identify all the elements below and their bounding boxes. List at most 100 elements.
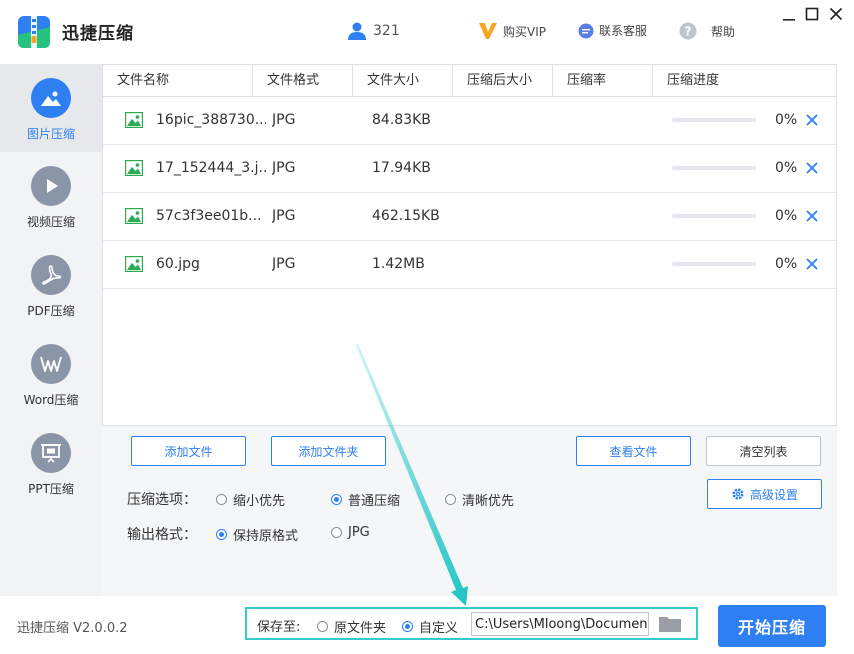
radio-custom-folder[interactable]: 自定义	[402, 617, 458, 636]
help-label: 帮助	[711, 24, 736, 39]
view-files-button[interactable]: 查看文件	[576, 436, 691, 466]
remove-file-icon[interactable]	[805, 209, 819, 223]
radio-jpg-format[interactable]: JPG	[331, 525, 370, 540]
table-row[interactable]: 60.jpg JPG 1.42MB 0%	[103, 241, 836, 289]
radio-label: 自定义	[419, 621, 459, 636]
file-name: 57c3f3ee01b...	[156, 208, 262, 224]
file-format: JPG	[272, 208, 296, 224]
minimize-button[interactable]	[780, 5, 798, 23]
help-button[interactable]: ? 帮助	[679, 22, 735, 40]
progress-percent: 0%	[775, 208, 798, 224]
progress-percent: 0%	[775, 160, 798, 176]
radio-button[interactable]	[445, 494, 456, 505]
radio-button[interactable]	[216, 494, 227, 505]
save-path-input[interactable]	[471, 612, 649, 636]
table-row[interactable]: 57c3f3ee01b... JPG 462.15KB 0%	[103, 193, 836, 241]
buy-vip-button[interactable]: 购买VIP	[478, 22, 546, 40]
radio-label: 保持原格式	[233, 529, 299, 544]
file-format: JPG	[272, 160, 296, 176]
compress-options-label: 压缩选项：	[127, 492, 197, 508]
minimize-icon	[783, 19, 795, 21]
image-icon	[31, 78, 71, 118]
buy-vip-label: 购买VIP	[503, 24, 546, 39]
add-folder-button[interactable]: 添加文件夹	[271, 436, 386, 466]
app-version: 迅捷压缩 V2.0.0.2	[17, 621, 128, 636]
radio-button[interactable]	[331, 527, 342, 538]
start-compress-button[interactable]: 开始压缩	[718, 605, 826, 647]
progress-bar	[672, 214, 756, 218]
user-icon	[348, 22, 366, 40]
file-format: JPG	[272, 256, 296, 272]
maximize-button[interactable]	[803, 5, 821, 23]
contact-service-button[interactable]: 联系客服	[578, 22, 647, 39]
radio-keep-format[interactable]: 保持原格式	[216, 525, 298, 544]
progress-bar	[672, 262, 756, 266]
radio-label: 缩小优先	[233, 494, 286, 509]
chat-icon	[578, 23, 594, 38]
user-account[interactable]: 321	[347, 21, 400, 41]
radio-label: 原文件夹	[334, 621, 387, 636]
close-window-button[interactable]	[827, 5, 845, 23]
remove-file-icon[interactable]	[805, 113, 819, 127]
radio-label: 普通压缩	[348, 494, 401, 509]
radio-button[interactable]	[402, 621, 413, 632]
column-header-name: 文件名称	[103, 65, 253, 96]
column-header-size: 文件大小	[353, 65, 453, 96]
radio-size-priority[interactable]: 缩小优先	[216, 490, 285, 509]
progress-percent: 0%	[775, 256, 798, 272]
sidebar-item-image-compress[interactable]: 图片压缩	[0, 64, 102, 152]
file-name: 17_152444_3.j...	[156, 160, 266, 176]
save-location-box: 保存至: 原文件夹 自定义	[245, 607, 698, 640]
sidebar-item-label: 图片压缩	[26, 127, 75, 141]
radio-button[interactable]	[216, 529, 227, 540]
user-count: 321	[373, 23, 400, 39]
radio-button[interactable]	[317, 621, 328, 632]
file-size: 462.15KB	[372, 208, 440, 224]
image-file-icon	[125, 160, 143, 176]
radio-clarity-priority[interactable]: 清晰优先	[445, 490, 514, 509]
radio-normal-compress[interactable]: 普通压缩	[331, 490, 400, 509]
title-bar: 迅捷压缩 321 购买VIP 联系客服 ? 帮助	[0, 0, 854, 64]
gear-icon	[732, 488, 744, 500]
add-file-button[interactable]: 添加文件	[131, 436, 246, 466]
sidebar-item-pdf-compress[interactable]: PDF压缩	[0, 241, 102, 329]
play-icon	[31, 166, 71, 206]
file-name: 16pic_388730...	[156, 112, 266, 128]
help-icon: ?	[679, 22, 697, 40]
table-row[interactable]: 16pic_388730... JPG 84.83KB 0%	[103, 97, 836, 145]
browse-folder-button[interactable]	[655, 613, 685, 635]
app-logo-icon	[18, 16, 50, 48]
sidebar: 图片压缩 视频压缩 PDF压缩 Word压缩 PPT压缩	[0, 64, 102, 596]
svg-text:?: ?	[685, 25, 692, 39]
radio-button[interactable]	[331, 494, 342, 505]
pdf-icon	[31, 255, 71, 295]
sidebar-item-label: 视频压缩	[26, 215, 75, 229]
advanced-settings-button[interactable]: 高级设置	[707, 479, 822, 509]
sidebar-item-label: PDF压缩	[27, 304, 75, 318]
word-icon	[31, 344, 71, 384]
vip-icon	[479, 23, 497, 39]
radio-label: 清晰优先	[462, 494, 515, 509]
advanced-settings-label: 高级设置	[749, 487, 798, 502]
remove-file-icon[interactable]	[805, 161, 819, 175]
column-header-progress: 压缩进度	[667, 73, 720, 88]
sidebar-item-label: Word压缩	[23, 393, 79, 407]
remove-file-icon[interactable]	[805, 257, 819, 271]
file-size: 84.83KB	[372, 112, 431, 128]
clear-list-button[interactable]: 清空列表	[706, 436, 821, 466]
sidebar-item-video-compress[interactable]: 视频压缩	[0, 152, 102, 240]
image-file-icon	[125, 256, 143, 272]
ppt-icon	[31, 433, 71, 473]
column-header-compressed-size: 压缩后大小	[453, 65, 553, 96]
file-size: 1.42MB	[372, 256, 425, 272]
file-format: JPG	[272, 112, 296, 128]
output-format-label: 输出格式：	[127, 527, 197, 543]
sidebar-item-word-compress[interactable]: Word压缩	[0, 330, 102, 418]
table-row[interactable]: 17_152444_3.j... JPG 17.94KB 0%	[103, 145, 836, 193]
sidebar-item-ppt-compress[interactable]: PPT压缩	[0, 419, 102, 507]
image-file-icon	[125, 112, 143, 128]
image-file-icon	[125, 208, 143, 224]
progress-percent: 0%	[775, 112, 798, 128]
radio-original-folder[interactable]: 原文件夹	[317, 617, 386, 636]
footer-bar: 迅捷压缩 V2.0.0.2 保存至: 原文件夹 自定义 开始压缩	[0, 596, 854, 654]
